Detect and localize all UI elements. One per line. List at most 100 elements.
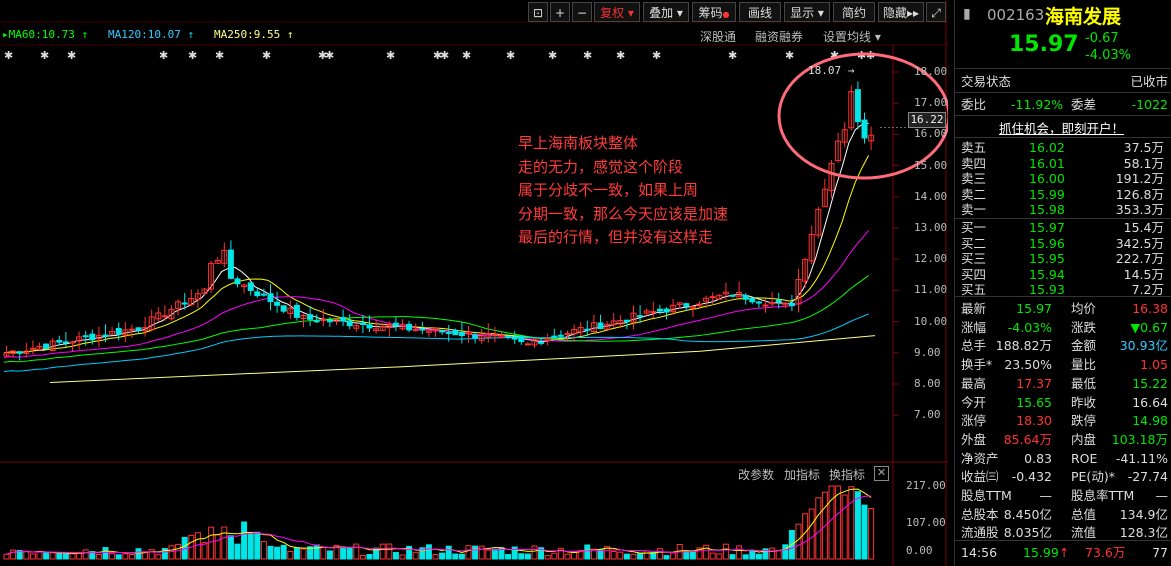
bid-row[interactable]: 买四 15.94 14.5万 [961,267,1168,283]
ma-settings-link[interactable]: 设置均线 ▾ [823,28,881,45]
status-value: 已收市 [1130,74,1168,89]
stat-label: 最新 [961,301,987,316]
zoom-out-button[interactable]: − [572,2,592,22]
simple-button[interactable]: 简约 [833,2,875,22]
volume-bar [465,545,472,560]
switch-indicator-button[interactable]: 换指标 [829,466,865,483]
volume-bar [795,523,802,560]
volume-bar [643,550,650,560]
hide-button[interactable]: 隐藏▸▸ [878,2,924,22]
draw-line-button[interactable]: 画线 [739,2,781,22]
volume-bar [828,485,835,560]
stat-value: 16.38 [1132,301,1168,316]
volume-bar [346,546,353,560]
volume-bar [478,545,485,560]
stat-value: 15.65 [1016,394,1052,410]
volume-bar [115,554,122,560]
stat-label: ROE [1071,450,1098,466]
volume-bar [49,552,56,560]
volume-bar [227,535,234,560]
ma-legend: ▸MA60:10.73 ↑ MA120:10.07 ↑ MA250:9.55 ↑ [2,28,294,41]
menu-icon[interactable]: ▮ [963,6,971,22]
chips-button[interactable]: 筹码● [692,2,736,22]
ask-row[interactable]: 卖五 16.02 37.5万 [961,140,1168,156]
tick-arrow: ↑ [1059,545,1070,560]
margin-trading-link[interactable]: 融资融券 [755,28,803,45]
candle-body [511,336,518,340]
volume-bar [201,542,208,560]
bid-row[interactable]: 买一 15.97 15.4万 [961,220,1168,236]
ask-volume: 353.3万 [1115,202,1164,217]
ask-row[interactable]: 卖三 16.00 191.2万 [961,171,1168,187]
stat-value: -41.11% [1115,450,1168,466]
candle-body [663,308,670,313]
overlay-button[interactable]: 叠加 ▾ [643,2,689,22]
ask-row[interactable]: 卖一 15.98 353.3万 [961,202,1168,218]
volume-bar [742,554,749,560]
price-axis-label: 13.00 [914,221,948,234]
stock-price: 15.97 [1009,32,1079,57]
candle-body [524,343,531,346]
stat-row: 涨幅 -4.03% 涨跌 ▼0.67 [961,318,1168,337]
volume-bar [775,550,782,560]
open-account-link[interactable]: 抓住机会，即刻开户！ [999,118,1124,137]
zoom-in-button[interactable]: + [550,2,570,22]
fullscreen-icon[interactable]: ⤢ [926,2,946,22]
tick-count: 77 [1152,545,1168,560]
ask-label: 卖一 [961,202,987,217]
close-icon[interactable]: ✕ [874,466,889,481]
candle-body [597,322,604,330]
price-axis-label: 11.00 [914,283,948,297]
edit-params-button[interactable]: 改参数 [738,466,774,483]
event-marker-icon: ✱ [188,49,197,62]
volume-bar [769,547,776,560]
add-indicator-button[interactable]: 加指标 [784,466,820,483]
candle-body [392,322,399,327]
candle-body [313,320,320,323]
stat-row: 总手 188.82万 金额 30.93亿 [961,336,1168,355]
event-marker-icon: ✱ [159,49,168,62]
display-button[interactable]: 显示 ▾ [784,2,830,22]
lock-icon[interactable]: ⊡ [528,2,548,22]
stat-row: 收益㈢ -0.432 PE(动)* -27.74 [961,467,1168,486]
volume-bar [458,553,465,560]
bid-volume: 342.5万 [1115,235,1164,251]
stock-change: -0.67 [1085,31,1119,46]
volume-bar [148,549,155,560]
candle-body [366,324,373,329]
volume-bar [485,549,492,560]
shenggutong-link[interactable]: 深股通 [700,28,736,45]
bid-row[interactable]: 买三 15.95 222.7万 [961,251,1168,267]
stat-label: 换手* [961,357,993,373]
volume-bar [300,548,307,560]
fuquan-button[interactable]: 复权 ▾ [594,2,640,22]
volume-bar [379,543,386,560]
ask-price: 15.99 [1029,186,1065,202]
event-marker-icon: ✱ [548,49,557,62]
ask-row[interactable]: 卖二 15.99 126.8万 [961,187,1168,203]
volume-bar [399,554,406,560]
ma10-line [3,155,870,354]
bid-row[interactable]: 买二 15.96 342.5万 [961,236,1168,252]
stat-value: 23.50% [1004,357,1052,373]
stat-value: 15.97 [1016,301,1052,316]
volume-bar [412,551,419,560]
candle-body [458,332,465,337]
event-marker-icon: ✱ [262,49,271,62]
annotation-text: 早上海南板块整体 走的无力，感觉这个阶段 属于分歧不一致，如果上周 分期一致，那… [518,134,729,246]
ask-price: 16.02 [1029,140,1065,155]
bid-label: 买一 [961,220,987,235]
candle-body [82,335,89,338]
volume-bar [128,554,135,560]
price-axis-label: 12.00 [914,252,948,266]
candle-body [445,331,452,334]
status-label: 交易状态 [961,74,1012,89]
event-marker-icon: ✱ [386,49,395,62]
volume-bar [835,485,842,560]
stat-label: 总手 [961,338,987,354]
price-axis-label: 14.00 [914,189,948,203]
stat-value: 17.37 [1016,375,1052,391]
candle-body [326,320,333,323]
volume-bar [584,544,591,560]
ask-row[interactable]: 卖四 16.01 58.1万 [961,156,1168,172]
